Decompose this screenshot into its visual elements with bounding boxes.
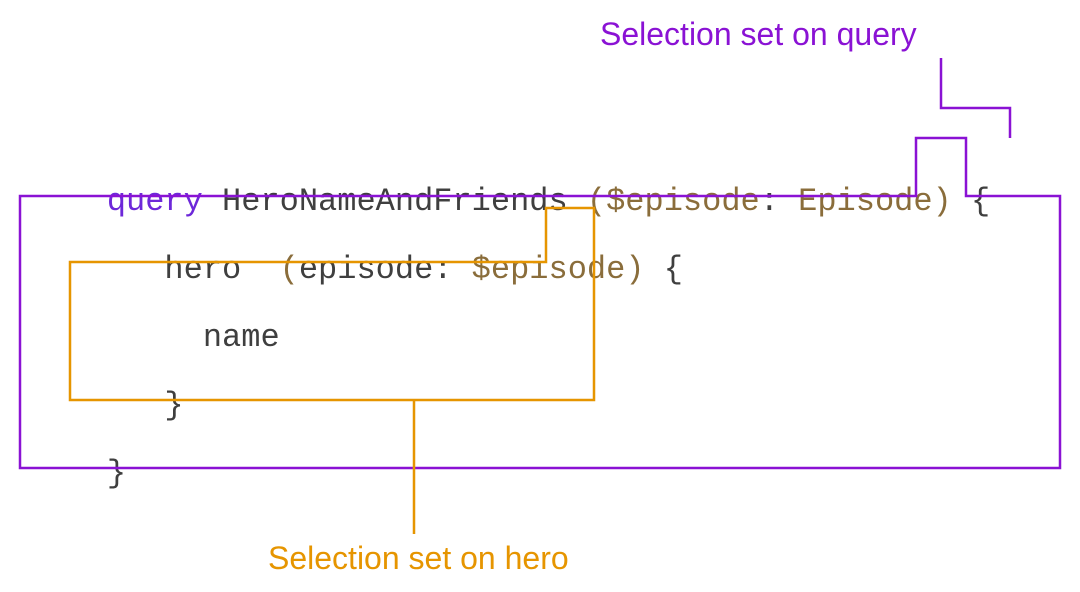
keyword-query: query bbox=[107, 183, 203, 220]
operation-name: HeroNameAndFriends bbox=[222, 183, 568, 220]
arg-value-episode: $episode bbox=[472, 251, 626, 288]
field-name: name bbox=[203, 319, 280, 356]
code-line-5: } bbox=[30, 426, 126, 522]
rbrace-inner: } bbox=[164, 387, 183, 424]
lbrace-outer: { bbox=[971, 183, 990, 220]
lparen: ( bbox=[280, 251, 299, 288]
lbrace-inner: { bbox=[664, 251, 683, 288]
type-episode: Episode bbox=[798, 183, 932, 220]
rparen: ) bbox=[625, 251, 644, 288]
label-selection-set-query: Selection set on query bbox=[600, 18, 917, 50]
rparen: ) bbox=[933, 183, 952, 220]
diagram-canvas: Selection set on query Selection set on … bbox=[0, 0, 1080, 592]
colon: : bbox=[760, 183, 779, 220]
lparen: ( bbox=[587, 183, 606, 220]
variable-episode: $episode bbox=[606, 183, 760, 220]
colon: : bbox=[433, 251, 452, 288]
label-selection-set-hero: Selection set on hero bbox=[268, 542, 569, 574]
rbrace-outer: } bbox=[107, 455, 126, 492]
selection-set-query-connector bbox=[941, 58, 1010, 138]
arg-episode: episode bbox=[299, 251, 433, 288]
field-hero: hero bbox=[164, 251, 241, 288]
